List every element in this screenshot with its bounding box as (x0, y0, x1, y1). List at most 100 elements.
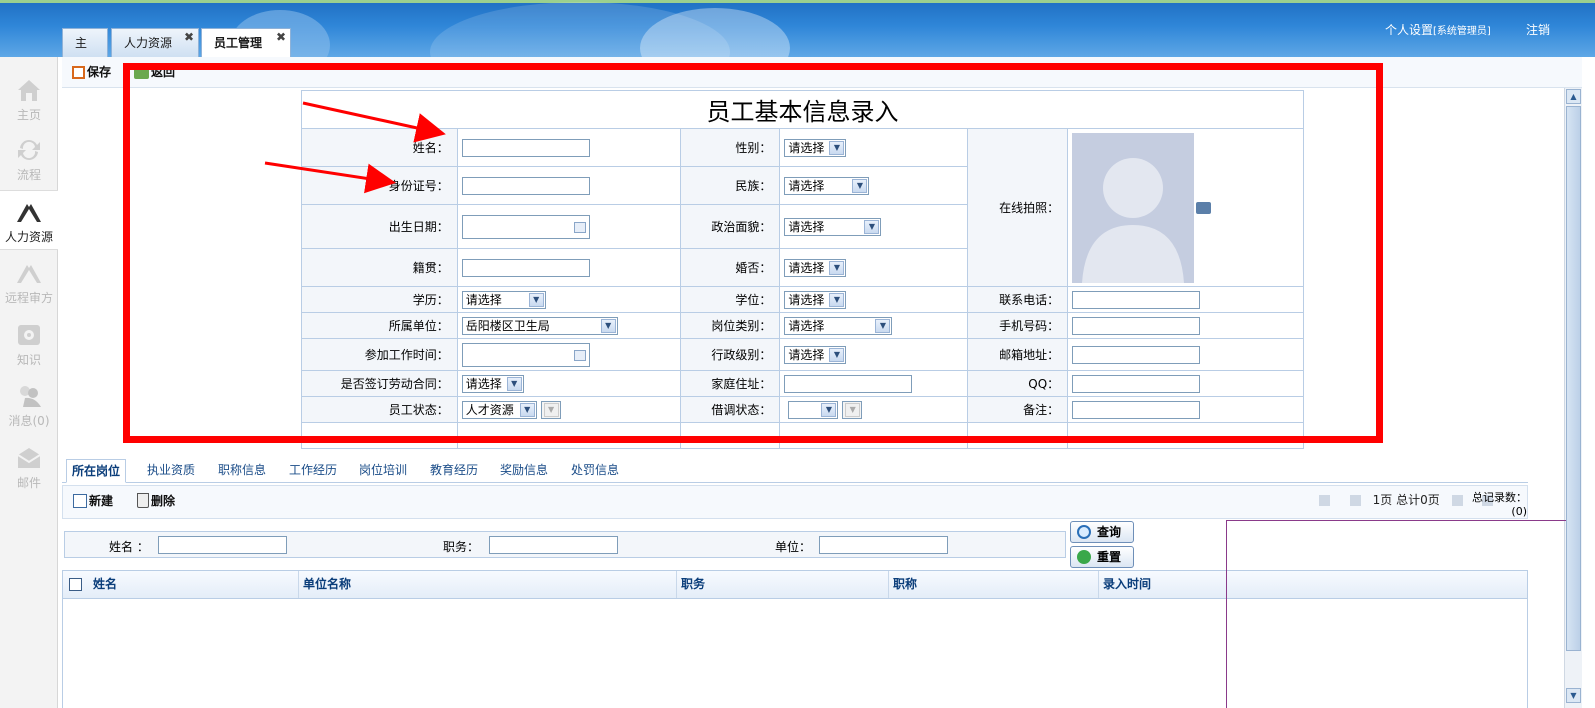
close-icon[interactable]: ✖ (184, 23, 194, 51)
save-button[interactable]: 保存 (72, 63, 111, 80)
flow-icon (18, 140, 40, 160)
close-icon[interactable]: ✖ (276, 23, 286, 51)
nav-item-flow[interactable]: 流程 (0, 129, 58, 189)
name-input[interactable] (461, 138, 590, 157)
admin-level-select[interactable]: 请选择 ▼ (784, 345, 847, 364)
address-input[interactable] (784, 374, 913, 393)
new-button[interactable]: 新建 (73, 492, 113, 509)
logout-link[interactable]: 注销 (1526, 21, 1550, 38)
native-place-input[interactable] (461, 258, 590, 277)
chevron-down-icon: ▼ (829, 260, 845, 275)
new-icon (73, 494, 87, 508)
scroll-thumb[interactable] (1566, 106, 1581, 651)
photo-cell (1067, 128, 1304, 287)
chevron-down-icon: ▼ (875, 318, 891, 333)
tab-education[interactable]: 教育经历 (430, 459, 478, 483)
id-label: 身份证号： (301, 166, 458, 205)
status-cell: 人才资源 ▼ ▼ (456, 396, 681, 423)
nav-item-knowledge[interactable]: 知识 (0, 314, 58, 374)
political-label: 政治面貌： (679, 204, 781, 249)
secondment-sub-select: ▼ (842, 400, 863, 419)
tab-employee-management[interactable]: 员工管理 ✖ (201, 28, 291, 57)
nav-item-mail[interactable]: 邮件 (0, 437, 58, 497)
remark-input[interactable] (1072, 400, 1201, 419)
education-select[interactable]: 请选择 ▼ (461, 290, 546, 309)
tab-current-post[interactable]: 所在岗位 (66, 459, 127, 483)
chevron-down-icon: ▼ (829, 292, 845, 307)
marital-select[interactable]: 请选择 ▼ (784, 258, 847, 277)
search-duty-input[interactable] (489, 536, 618, 554)
post-type-select[interactable]: 请选择 ▼ (784, 316, 893, 335)
reset-button[interactable]: 重置 (1070, 546, 1134, 568)
status-select[interactable]: 人才资源 ▼ (461, 400, 537, 419)
ethnic-select[interactable]: 请选择 ▼ (784, 176, 870, 195)
next-page-icon[interactable] (1451, 495, 1463, 506)
query-button[interactable]: 查询 (1070, 521, 1134, 543)
gender-select[interactable]: 请选择 ▼ (784, 138, 847, 157)
scroll-down-icon[interactable]: ▼ (1566, 688, 1581, 703)
email-label: 邮箱地址： (967, 338, 1069, 371)
id-number-input[interactable] (461, 176, 590, 195)
select-value: 人才资源 (465, 402, 514, 417)
phone-input[interactable] (1072, 290, 1201, 309)
total-records: 总记录数： (0) (1472, 491, 1527, 519)
grid-header: 姓名 单位名称 职务 职称 录入时间 (63, 571, 1527, 599)
vertical-scrollbar[interactable]: ▲ ▼ (1564, 88, 1582, 708)
name-cell (456, 128, 681, 167)
select-all-checkbox[interactable] (69, 578, 82, 591)
personal-settings-link[interactable]: 个人设置[系统管理员] (1385, 21, 1491, 38)
column-header-entry-time[interactable]: 录入时间 (1099, 571, 1527, 598)
mail-icon (17, 448, 41, 468)
tab-hr[interactable]: 人力资源 ✖ (111, 28, 199, 57)
query-label: 查询 (1097, 525, 1122, 539)
settings-label: 个人设置 (1385, 23, 1434, 37)
status-label: 员工状态： (301, 396, 458, 423)
tab-post-training[interactable]: 岗位培训 (359, 459, 407, 483)
select-value: 请选择 (465, 292, 502, 307)
post-type-cell: 请选择 ▼ (779, 312, 969, 339)
calendar-icon[interactable] (573, 349, 586, 361)
tab-qualification[interactable]: 执业资质 (147, 459, 195, 483)
tab-rewards[interactable]: 奖励信息 (500, 459, 548, 483)
calendar-icon[interactable] (573, 221, 586, 233)
degree-select[interactable]: 请选择 ▼ (784, 290, 847, 309)
chevron-down-icon: ▼ (845, 402, 861, 417)
tab-penalties[interactable]: 处罚信息 (571, 459, 619, 483)
email-input[interactable] (1072, 345, 1201, 364)
contract-select[interactable]: 请选择 ▼ (461, 374, 524, 393)
delete-button[interactable]: 删除 (137, 492, 175, 509)
political-select[interactable]: 请选择 ▼ (784, 217, 882, 236)
select-value: 请选择 (465, 376, 502, 391)
select-value: 请选择 (788, 178, 825, 193)
column-header-duty[interactable]: 职务 (677, 571, 889, 598)
back-button[interactable]: 返回 (134, 63, 175, 80)
birth-date-input[interactable] (461, 214, 590, 239)
tab-title-info[interactable]: 职称信息 (218, 459, 266, 483)
mobile-input[interactable] (1072, 316, 1201, 335)
scroll-up-icon[interactable]: ▲ (1566, 89, 1581, 104)
qq-input[interactable] (1072, 374, 1201, 393)
native-label: 籍贯： (301, 248, 458, 287)
settings-role: [系统管理员] (1433, 26, 1491, 37)
prev-page-icon[interactable] (1349, 495, 1361, 506)
first-page-icon[interactable] (1319, 495, 1330, 506)
column-header-title[interactable]: 职称 (889, 571, 1099, 598)
nav-item-message[interactable]: 消息(0) (0, 375, 58, 435)
search-name-input[interactable] (158, 536, 287, 554)
secondment-select[interactable]: ▼ (788, 400, 839, 419)
nav-item-hr[interactable]: 人力资源 (0, 190, 58, 250)
column-header-name[interactable]: 姓名 (89, 571, 299, 598)
work-start-date-input[interactable] (461, 342, 590, 367)
search-unit-input[interactable] (819, 536, 948, 554)
camera-icon[interactable] (1196, 201, 1212, 214)
unit-select[interactable]: 岳阳楼区卫生局 ▼ (461, 316, 618, 335)
total-records-value: (0) (1511, 505, 1527, 518)
delete-label: 删除 (151, 494, 176, 508)
tab-home[interactable]: 主页 (62, 28, 108, 57)
nav-item-home[interactable]: 主页 (0, 69, 58, 129)
employee-info-form: 员工基本信息录入 姓名： 性别： 请选择 ▼ 在线拍照： 身份证号： 民族： 请选… (301, 90, 1304, 449)
tab-work-history[interactable]: 工作经历 (289, 459, 337, 483)
column-header-unit[interactable]: 单位名称 (299, 571, 677, 598)
nav-item-remote-review[interactable]: 远程审方 (0, 252, 58, 312)
birth-label: 出生日期： (301, 204, 458, 249)
